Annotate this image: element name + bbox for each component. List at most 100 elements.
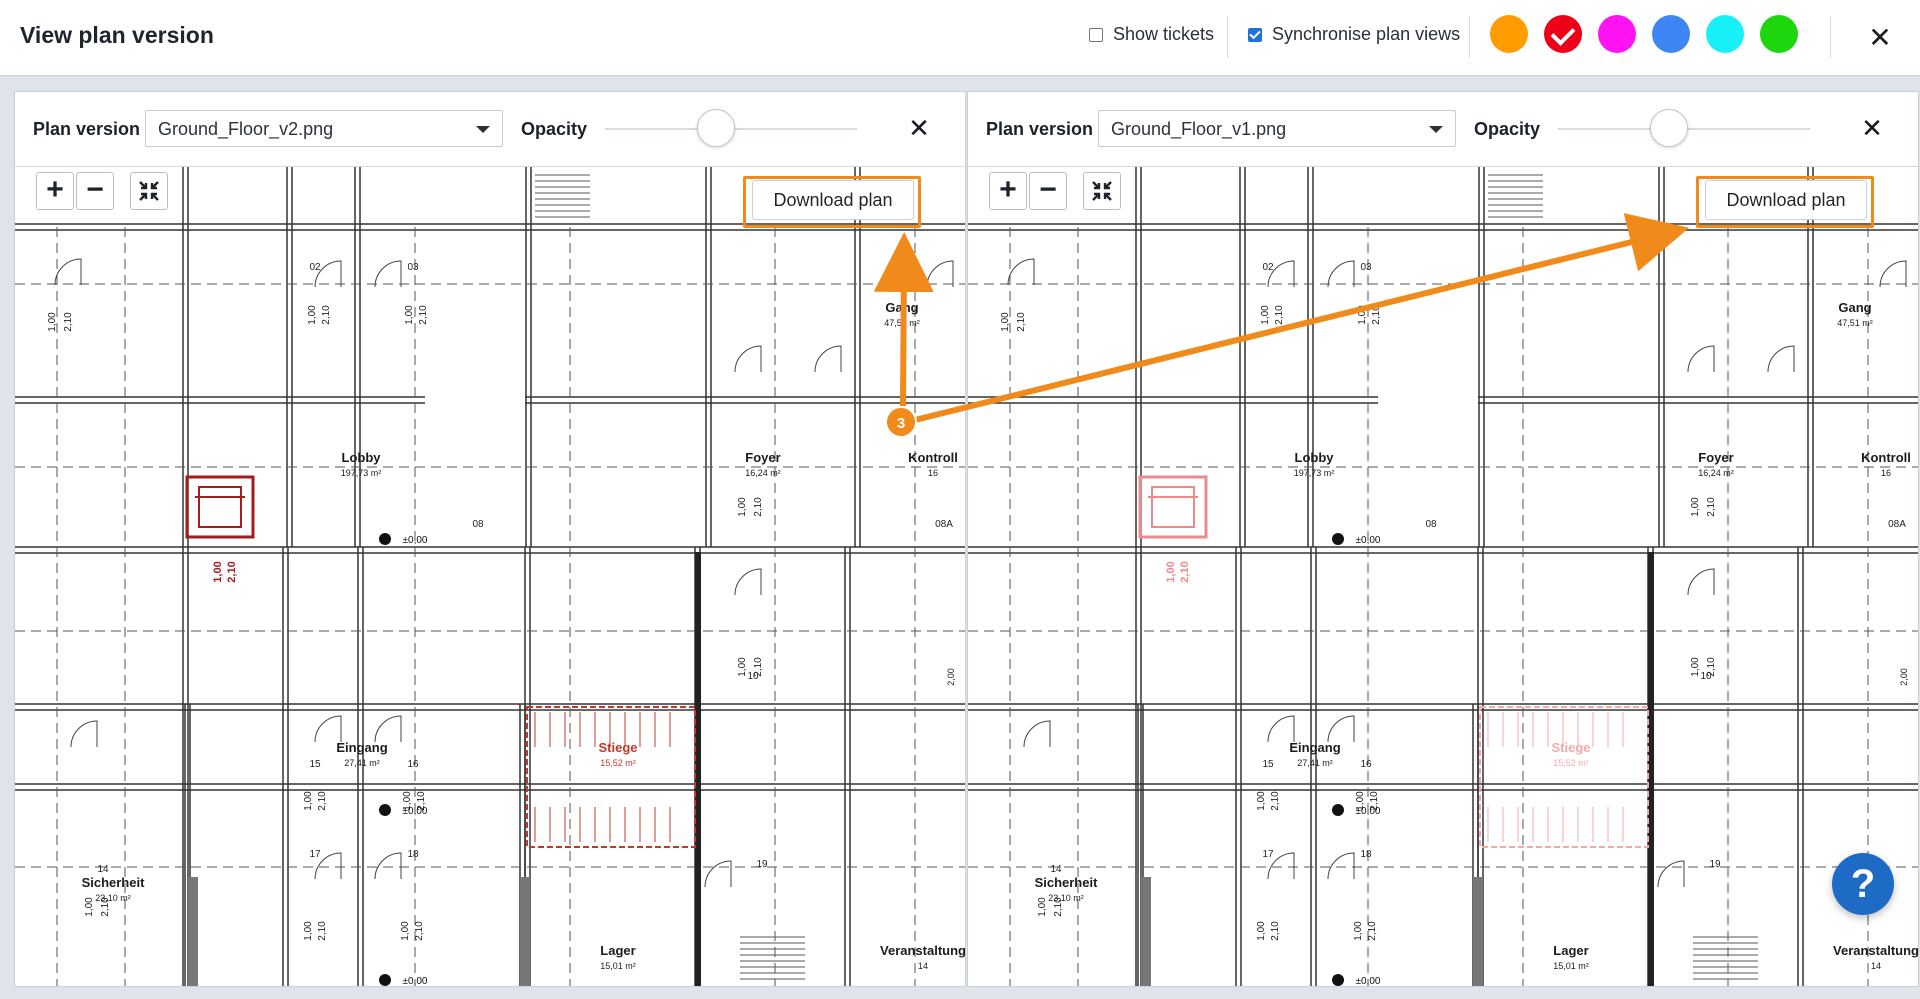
opacity-slider-handle[interactable] <box>696 109 735 147</box>
plan-label: 17 <box>309 849 321 860</box>
close-dialog-button[interactable]: ✕ <box>1866 24 1894 52</box>
color-swatch[interactable] <box>1706 15 1744 53</box>
plan-label: 14 <box>918 961 928 971</box>
plan-label: 15 <box>1262 759 1274 770</box>
plan-version-value: Ground_Floor_v2.png <box>158 119 334 139</box>
plan-label: 1,00 <box>1165 561 1177 582</box>
divider <box>1227 16 1228 58</box>
zoom-in-button[interactable]: + <box>36 172 74 210</box>
plan-label: Kontroll <box>1861 450 1911 465</box>
plan-label: 16 <box>1360 759 1372 770</box>
plan-label: 19 <box>1709 859 1721 870</box>
opacity-label: Opacity <box>1474 119 1541 139</box>
plan-label: 2,10 <box>317 921 328 941</box>
close-panel-button[interactable]: ✕ <box>1858 114 1886 142</box>
wall <box>188 877 198 986</box>
sync-views-toggle[interactable]: Synchronise plan views <box>1248 24 1460 45</box>
plan-label: 18 <box>407 849 419 860</box>
plan-label: Veranstaltung <box>880 943 966 958</box>
elevator <box>1151 486 1195 528</box>
dialog-title: View plan version <box>20 22 214 48</box>
level-marker <box>1332 804 1344 816</box>
plan-viewer[interactable]: 1,00 2,10 Lobby 197,73 m² Foyer 16,24 m² Kontr… <box>15 167 966 987</box>
level-marker <box>379 804 391 816</box>
plan-label: 2,10 <box>1706 497 1717 517</box>
plan-version-select[interactable]: Ground_Floor_v2.png <box>145 110 503 147</box>
plan-viewer[interactable]: 1,00 2,10 Lobby 197,73 m² Foyer 16,24 m² Kontr… <box>968 167 1919 987</box>
plan-label: ±0,00 <box>403 976 428 987</box>
zoom-in-button[interactable]: + <box>989 172 1027 210</box>
plan-label: 2,10 <box>1270 921 1281 941</box>
level-marker <box>379 533 391 545</box>
plan-label: Foyer <box>745 450 780 465</box>
plan-label: 15,52 m² <box>600 758 636 768</box>
door <box>1023 720 1051 748</box>
color-swatch[interactable] <box>1652 15 1690 53</box>
plan-label: 1,00 <box>307 305 318 325</box>
plan-label: 08A <box>1888 519 1906 530</box>
plan-label: 2,10 <box>414 921 425 941</box>
plan-label: 2,10 <box>1179 561 1191 582</box>
door <box>374 715 402 743</box>
sync-views-label: Synchronise plan views <box>1272 24 1461 44</box>
door <box>734 568 762 596</box>
fit-view-button[interactable] <box>1083 172 1121 210</box>
show-tickets-toggle[interactable]: Show tickets <box>1089 24 1214 45</box>
plan-label: 2,10 <box>1270 791 1281 811</box>
floor-plan-drawing[interactable]: 1,00 2,10Lobby197,73 m²Foyer16,24 m²Kontr… <box>968 167 1919 987</box>
plan-label: Sicherheit <box>1035 875 1099 890</box>
door <box>1687 345 1715 373</box>
plan-label: 2,10 <box>1706 657 1717 677</box>
show-tickets-checkbox[interactable] <box>1089 27 1103 42</box>
plan-version-select[interactable]: Ground_Floor_v1.png <box>1098 110 1456 147</box>
door <box>70 720 98 748</box>
plan-label: 15,52 m² <box>1553 758 1589 768</box>
plan-label: Veranstaltung <box>1833 943 1919 958</box>
color-swatch[interactable] <box>1760 15 1798 53</box>
plan-label: 1,00 <box>47 312 58 332</box>
plan-label: ±0,00 <box>403 535 428 546</box>
plan-label: Eingang <box>336 740 387 755</box>
close-panel-button[interactable]: ✕ <box>905 114 933 142</box>
plan-label: 03 <box>407 262 419 273</box>
plan-label: 17 <box>1262 849 1274 860</box>
color-swatch[interactable] <box>1544 15 1582 53</box>
zoom-out-button[interactable]: − <box>76 172 114 210</box>
plan-label: 27,41 m² <box>344 758 380 768</box>
plan-label: 18 <box>1360 849 1372 860</box>
plan-label: Lobby <box>1295 450 1335 465</box>
door <box>704 860 732 888</box>
fit-view-button[interactable] <box>130 172 168 210</box>
level-marker <box>1332 533 1344 545</box>
wall <box>1473 877 1483 986</box>
plan-label: ±0,00 <box>1356 976 1381 987</box>
plan-label: 1,00 <box>303 791 314 811</box>
plan-label: 1,00 <box>1256 791 1267 811</box>
door <box>734 345 762 373</box>
door <box>1267 715 1295 743</box>
color-swatch[interactable] <box>1490 15 1528 53</box>
floor-plan-drawing[interactable]: 1,00 2,10Lobby197,73 m²Foyer16,24 m²Kontr… <box>15 167 966 987</box>
opacity-slider-handle[interactable] <box>1649 109 1688 147</box>
compress-icon <box>1092 181 1112 201</box>
plan-label: 02 <box>1262 262 1274 273</box>
door <box>1767 345 1795 373</box>
plan-label: Lager <box>1553 943 1588 958</box>
door <box>926 260 954 288</box>
dialog-header: View plan version Show tickets Synchroni… <box>0 0 1920 76</box>
door <box>1687 568 1715 596</box>
plan-label: 2,10 <box>753 497 764 517</box>
plan-label: 14 <box>1050 864 1062 875</box>
sync-views-checkbox[interactable] <box>1248 27 1262 42</box>
color-swatch[interactable] <box>1598 15 1636 53</box>
annotation-highlight <box>1696 176 1874 228</box>
help-button[interactable]: ? <box>1832 853 1894 915</box>
plan-label: 2,00 <box>946 668 956 686</box>
show-tickets-label: Show tickets <box>1113 24 1215 44</box>
divider <box>1469 16 1470 58</box>
door <box>374 260 402 288</box>
compress-icon <box>139 181 159 201</box>
zoom-out-button[interactable]: − <box>1029 172 1067 210</box>
plan-label: 08A <box>935 519 953 530</box>
door <box>1879 260 1907 288</box>
